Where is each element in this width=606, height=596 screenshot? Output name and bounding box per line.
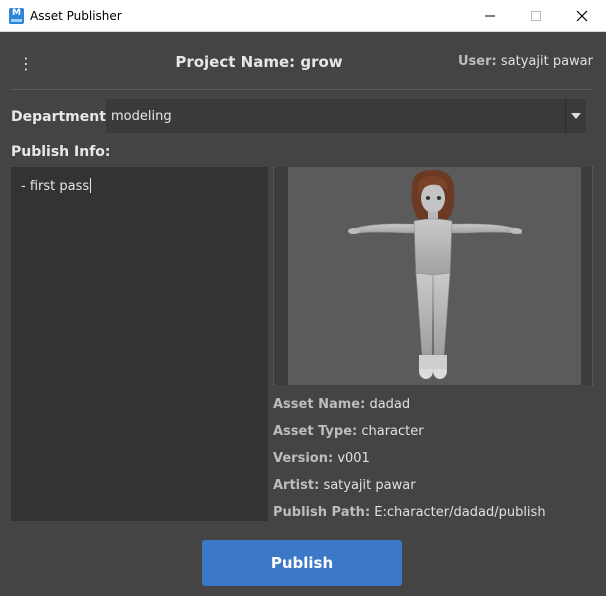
window-title: Asset Publisher [30,9,122,23]
department-label: Department: [11,109,112,125]
publish-info-textarea[interactable]: - first pass [11,167,268,521]
publish-info-text: - first pass [21,178,92,194]
asset-name-value: dadad [369,397,411,412]
department-selected-value: modeling [111,109,172,124]
maximize-button[interactable] [513,0,559,31]
dropdown-arrow[interactable] [565,99,586,133]
publish-info-label: Publish Info: [11,144,111,160]
asset-name-row: Asset Name: dadad [273,397,546,424]
minimize-icon [485,15,495,16]
asset-details: Asset Name: dadad Asset Type: character … [273,397,546,532]
title-bar: M Asset Publisher [0,0,606,32]
user-value: satyajit pawar [500,54,593,69]
artist-value: satyajit pawar [323,478,416,493]
character-render-image [348,170,523,379]
character-thumbnail [288,167,581,385]
publish-path-label: Publish Path: [273,505,371,520]
user-info: User: satyajit pawar [458,54,593,69]
asset-type-label: Asset Type: [273,424,358,439]
close-button[interactable] [559,0,605,31]
version-value: v001 [337,451,370,466]
text-caret [90,178,92,193]
version-row: Version: v001 [273,451,546,478]
user-label: User: [458,54,497,69]
maya-app-icon: M [9,8,24,24]
thumbnail-frame [273,167,593,385]
publish-button[interactable]: Publish [202,540,402,586]
asset-type-row: Asset Type: character [273,424,546,451]
chevron-down-icon [571,113,581,119]
maximize-icon [531,10,541,21]
close-icon [576,10,588,21]
artist-row: Artist: satyajit pawar [273,478,546,505]
publish-path-value: E:character/dadad/publish [374,505,546,520]
project-name: Project Name: grow [175,53,343,71]
department-select[interactable]: modeling [106,99,586,133]
asset-type-value: character [361,424,424,439]
asset-publisher-window: M Asset Publisher ⋮ Project Name: grow U… [0,0,606,596]
minimize-button[interactable] [467,0,513,31]
asset-name-label: Asset Name: [273,397,366,412]
header-divider [11,89,593,90]
artist-label: Artist: [273,478,320,493]
publish-path-row: Publish Path: E:character/dadad/publish [273,505,546,532]
version-label: Version: [273,451,334,466]
